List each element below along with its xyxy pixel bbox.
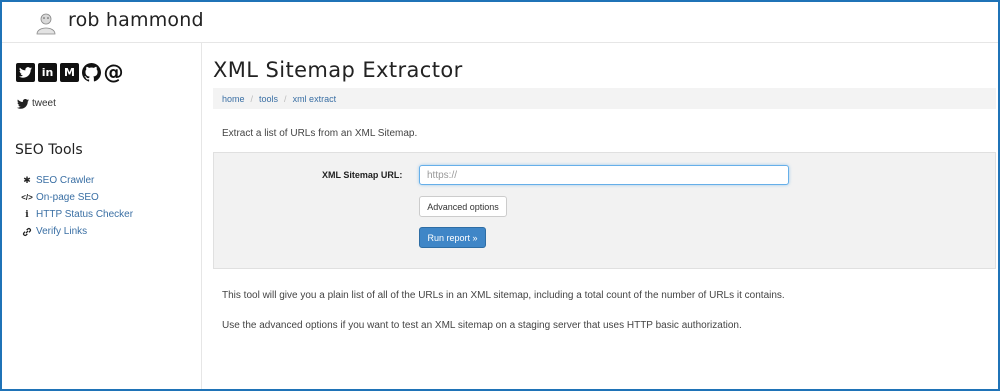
intro-text: Extract a list of URLs from an XML Sitem… <box>222 128 418 139</box>
page-title: XML Sitemap Extractor <box>213 58 463 82</box>
advanced-options-button[interactable]: Advanced options <box>419 196 507 217</box>
sidebar-item-label: HTTP Status Checker <box>36 209 134 220</box>
medium-icon[interactable]: M <box>60 62 79 82</box>
sidebar-item-label: On-page SEO <box>36 192 99 203</box>
page-frame: rob hammond in M @ tweet SEO Tools ✱ SEO… <box>0 0 1000 391</box>
breadcrumb-tools[interactable]: tools <box>259 94 278 104</box>
breadcrumb-separator: / <box>250 93 254 104</box>
url-label: XML Sitemap URL: <box>322 170 403 180</box>
avatar[interactable] <box>35 11 57 35</box>
sidebar-item-http-status-checker[interactable]: i HTTP Status Checker <box>22 206 133 223</box>
link-icon <box>22 227 32 237</box>
site-header: rob hammond <box>2 2 998 43</box>
spider-icon: ✱ <box>23 175 31 185</box>
description-paragraph: This tool will give you a plain list of … <box>222 290 785 301</box>
sidebar-item-seo-crawler[interactable]: ✱ SEO Crawler <box>22 172 133 189</box>
sidebar-item-verify-links[interactable]: Verify Links <box>22 223 133 240</box>
sitemap-url-input[interactable] <box>419 165 789 185</box>
breadcrumb-separator: / <box>284 93 287 104</box>
seo-tools-heading: SEO Tools <box>15 142 83 158</box>
sidebar: in M @ tweet SEO Tools ✱ SEO Crawler </>… <box>2 43 202 389</box>
sitemap-form: XML Sitemap URL: Advanced options Run re… <box>213 152 996 269</box>
info-icon: i <box>25 209 29 220</box>
tweet-label: tweet <box>32 98 56 109</box>
twitter-icon[interactable] <box>16 62 35 82</box>
run-report-button[interactable]: Run report » <box>419 227 486 248</box>
breadcrumb: home / tools / xml extract <box>213 88 996 109</box>
sidebar-item-label: Verify Links <box>36 226 88 237</box>
linkedin-icon[interactable]: in <box>38 62 57 82</box>
sidebar-item-on-page-seo[interactable]: </> On-page SEO <box>21 189 133 206</box>
tweet-link[interactable]: tweet <box>17 98 56 109</box>
twitter-bird-icon <box>17 98 29 109</box>
social-links: in M @ <box>16 60 124 84</box>
breadcrumb-xml-extract[interactable]: xml extract <box>293 94 337 104</box>
github-icon[interactable] <box>82 62 101 82</box>
email-icon[interactable]: @ <box>104 60 124 84</box>
seo-tools-list: ✱ SEO Crawler </> On-page SEO i HTTP Sta… <box>21 172 133 240</box>
breadcrumb-home[interactable]: home <box>222 94 245 104</box>
description-paragraph: Use the advanced options if you want to … <box>222 320 742 331</box>
code-icon: </> <box>21 193 33 202</box>
sidebar-item-label: SEO Crawler <box>36 175 95 186</box>
site-title[interactable]: rob hammond <box>68 9 204 31</box>
